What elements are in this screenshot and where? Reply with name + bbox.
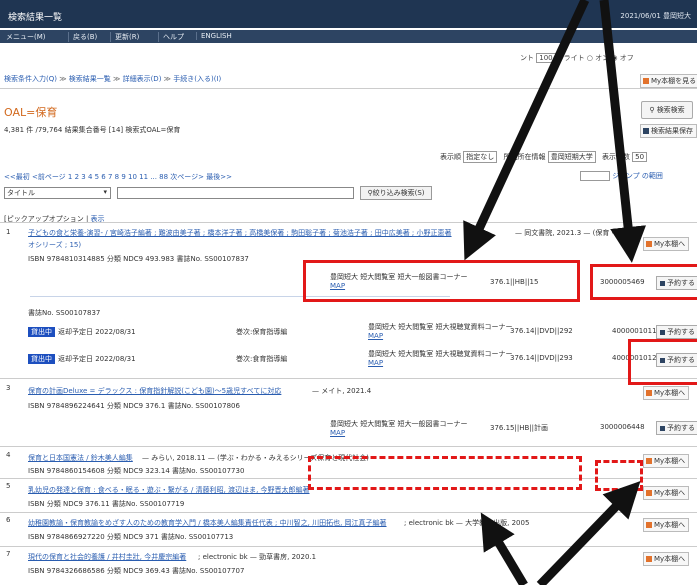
arrow-line [599,0,646,263]
annotation-arrows [463,0,646,585]
arrow-line [536,481,641,585]
arrow-line [463,0,590,261]
arrow-line [480,512,528,585]
